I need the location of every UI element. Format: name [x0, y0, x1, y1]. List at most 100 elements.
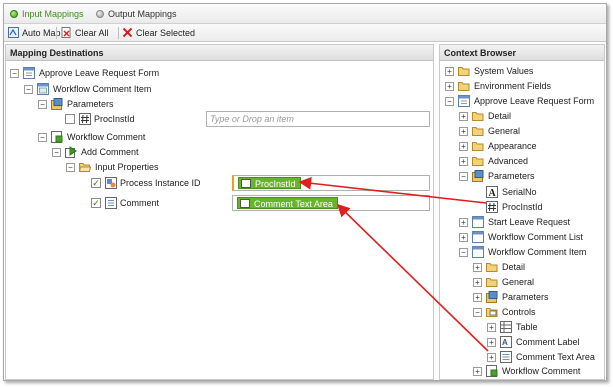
- tree-item-form[interactable]: Approve Leave Request Form: [474, 96, 594, 106]
- mapped-comment-token[interactable]: Comment Text Area: [237, 197, 338, 209]
- expand-toggle[interactable]: +: [445, 82, 454, 91]
- tree-item-detail[interactable]: Detail: [488, 111, 511, 121]
- toolbar-divider: [118, 27, 119, 39]
- number-field-icon: [241, 179, 251, 188]
- workflow-comment-icon: [51, 131, 63, 143]
- view-icon: [472, 246, 484, 258]
- tree-item-table[interactable]: Table: [516, 322, 538, 332]
- table-icon: [500, 321, 512, 333]
- tab-bar: Input Mappings Output Mappings: [4, 4, 606, 24]
- svg-text:A: A: [502, 338, 508, 347]
- collapse-toggle[interactable]: −: [24, 85, 33, 94]
- tab-input-label: Input Mappings: [22, 9, 84, 19]
- form-icon: [23, 67, 35, 79]
- workflow-comment-icon: [486, 365, 498, 377]
- tree-item-detail[interactable]: Detail: [502, 262, 525, 272]
- tab-input-mappings[interactable]: Input Mappings: [10, 8, 84, 20]
- procinstid-checkbox[interactable]: [65, 114, 75, 124]
- context-browser-panel: Context Browser + System Values + Enviro…: [439, 44, 605, 380]
- tree-item-parameters[interactable]: Parameters: [502, 292, 549, 302]
- auto-map-button[interactable]: Auto Map: [8, 27, 61, 39]
- tree-item-serialno[interactable]: SerialNo: [502, 187, 537, 197]
- text-property-icon: [105, 197, 117, 209]
- tree-item-environment-fields[interactable]: Environment Fields: [474, 81, 551, 91]
- comment-checkbox[interactable]: ✓: [91, 198, 101, 208]
- property-icon: [105, 177, 117, 189]
- expand-toggle[interactable]: +: [473, 367, 482, 376]
- expand-toggle[interactable]: +: [459, 157, 468, 166]
- method-icon: [65, 146, 77, 158]
- tree-item-wf-comment-item[interactable]: Workflow Comment Item: [488, 247, 586, 257]
- collapse-toggle[interactable]: −: [459, 248, 468, 257]
- tree-item-comment-text-area[interactable]: Comment Text Area: [516, 352, 595, 362]
- tree-item-input-properties[interactable]: Input Properties: [95, 162, 159, 172]
- expand-toggle[interactable]: +: [487, 353, 496, 362]
- tree-item-add-comment[interactable]: Add Comment: [81, 147, 139, 157]
- text-area-icon: [500, 351, 512, 363]
- expand-toggle[interactable]: +: [445, 67, 454, 76]
- tree-item-general[interactable]: General: [488, 126, 520, 136]
- expand-toggle[interactable]: +: [459, 142, 468, 151]
- toolbar: Auto Map Clear All Clear Selected: [4, 24, 606, 42]
- view-icon: [472, 231, 484, 243]
- tree-item-wf-comment-list[interactable]: Workflow Comment List: [488, 232, 583, 242]
- expand-toggle[interactable]: +: [459, 112, 468, 121]
- tree-item-system-values[interactable]: System Values: [474, 66, 533, 76]
- folder-icon: [472, 142, 484, 151]
- folder-icon: [486, 278, 498, 287]
- mapping-destinations-panel: Mapping Destinations − Approve Leave Req…: [5, 44, 434, 380]
- tree-item-controls[interactable]: Controls: [502, 307, 536, 317]
- expand-toggle[interactable]: +: [459, 218, 468, 227]
- procinstid-drop-field[interactable]: Type or Drop an item: [206, 111, 430, 127]
- collapse-toggle[interactable]: −: [38, 100, 47, 109]
- tree-item-wf-comment-item[interactable]: Workflow Comment Item: [53, 84, 151, 94]
- comment-label: Comment: [120, 198, 160, 208]
- grey-dot-icon: [96, 10, 104, 18]
- clear-selected-label: Clear Selected: [136, 28, 196, 38]
- clear-selected-button[interactable]: Clear Selected: [122, 27, 195, 39]
- tree-item-workflow-comment[interactable]: Workflow Comment: [67, 132, 145, 142]
- expand-toggle[interactable]: +: [487, 338, 496, 347]
- tree-item-workflow-comment[interactable]: Workflow Comment: [502, 366, 580, 376]
- expand-toggle[interactable]: +: [473, 263, 482, 272]
- folder-icon: [458, 82, 470, 91]
- clear-all-label: Clear All: [75, 28, 109, 38]
- expand-toggle[interactable]: +: [459, 233, 468, 242]
- tree-item-procinstid[interactable]: ProcInstId: [502, 202, 543, 212]
- comment-drop-field[interactable]: Comment Text Area: [232, 195, 430, 211]
- tree-item-advanced[interactable]: Advanced: [488, 156, 528, 166]
- mapping-window: Input Mappings Output Mappings Auto Map …: [3, 3, 607, 381]
- parameters-icon: [486, 291, 498, 303]
- mapped-procinstid-token[interactable]: ProcInstId: [238, 177, 301, 189]
- tree-item-parameters[interactable]: Parameters: [67, 99, 114, 109]
- expand-toggle[interactable]: +: [487, 323, 496, 332]
- parameters-icon: [51, 98, 63, 110]
- tree-item-appearance[interactable]: Appearance: [488, 141, 537, 151]
- clear-all-button[interactable]: Clear All: [61, 27, 109, 39]
- tab-output-mappings[interactable]: Output Mappings: [96, 8, 177, 20]
- collapse-toggle[interactable]: −: [473, 308, 482, 317]
- collapse-toggle[interactable]: −: [52, 148, 61, 157]
- mapped-comment-label: Comment Text Area: [254, 199, 333, 209]
- form-icon: [458, 95, 470, 107]
- collapse-toggle[interactable]: −: [66, 163, 75, 172]
- process-instance-drop-field[interactable]: ProcInstId: [232, 175, 430, 191]
- expand-toggle[interactable]: +: [473, 278, 482, 287]
- procinstid-label: ProcInstId: [94, 114, 135, 124]
- expand-toggle[interactable]: +: [459, 127, 468, 136]
- tree-item-comment-label[interactable]: Comment Label: [516, 337, 580, 347]
- expand-toggle[interactable]: +: [473, 293, 482, 302]
- process-instance-id-label: Process Instance ID: [120, 178, 201, 188]
- collapse-toggle[interactable]: −: [10, 69, 19, 78]
- parameters-icon: [472, 170, 484, 182]
- tree-item-form[interactable]: Approve Leave Request Form: [39, 68, 159, 78]
- tree-item-parameters[interactable]: Parameters: [488, 171, 535, 181]
- tree-item-general[interactable]: General: [502, 277, 534, 287]
- collapse-toggle[interactable]: −: [459, 172, 468, 181]
- mapped-procinstid-label: ProcInstId: [255, 179, 296, 189]
- toolbar-divider: [56, 27, 57, 39]
- tree-item-start-leave[interactable]: Start Leave Request: [488, 217, 570, 227]
- collapse-toggle[interactable]: −: [38, 133, 47, 142]
- process-instance-checkbox[interactable]: ✓: [91, 178, 101, 188]
- collapse-toggle[interactable]: −: [445, 97, 454, 106]
